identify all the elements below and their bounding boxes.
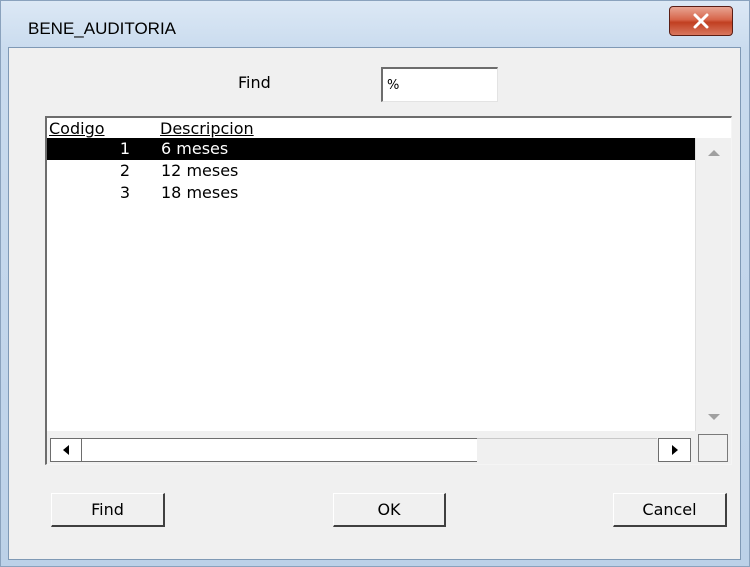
arrow-right-icon (671, 445, 678, 455)
descripcion-cell: 6 meses (161, 139, 229, 158)
find-input[interactable] (381, 67, 498, 102)
scroll-up-button[interactable] (699, 142, 728, 164)
find-button[interactable]: Find (51, 493, 165, 527)
window-title: BENE_AUDITORIA (28, 19, 177, 38)
close-button[interactable] (669, 6, 733, 36)
horizontal-scroll-track[interactable] (477, 438, 657, 462)
descripcion-cell: 18 meses (161, 183, 239, 202)
ok-button[interactable]: OK (333, 493, 446, 527)
list-row[interactable]: 3 18 meses (47, 182, 695, 204)
list-header: Codigo Descripcion (47, 118, 731, 138)
scroll-down-button[interactable] (699, 406, 728, 428)
vertical-scrollbar[interactable] (695, 138, 731, 431)
arrow-down-icon (707, 414, 720, 420)
scroll-right-button[interactable] (658, 438, 691, 462)
scrollbar-corner (695, 431, 731, 464)
arrow-left-icon (63, 445, 69, 455)
horizontal-scroll-thumb[interactable] (82, 438, 477, 462)
codigo-cell: 2 (119, 161, 130, 180)
list-row[interactable]: 1 6 meses (47, 138, 695, 160)
codigo-cell: 3 (119, 183, 130, 202)
results-list[interactable]: Codigo Descripcion 1 6 meses 2 12 meses … (45, 116, 732, 465)
column-header-descripcion[interactable]: Descripcion (160, 119, 254, 138)
column-header-codigo[interactable]: Codigo (49, 119, 105, 138)
list-row[interactable]: 2 12 meses (47, 160, 695, 182)
size-grip (698, 434, 728, 462)
cancel-button[interactable]: Cancel (613, 493, 727, 527)
dialog-window: BENE_AUDITORIA Find Codigo Descripcion 1… (0, 0, 750, 567)
find-label: Find (238, 73, 271, 92)
descripcion-cell: 12 meses (161, 161, 239, 180)
close-icon (693, 13, 709, 29)
horizontal-scrollbar[interactable] (47, 431, 695, 464)
arrow-up-icon (707, 150, 720, 156)
codigo-cell: 1 (119, 139, 130, 158)
scroll-left-button[interactable] (50, 438, 82, 462)
